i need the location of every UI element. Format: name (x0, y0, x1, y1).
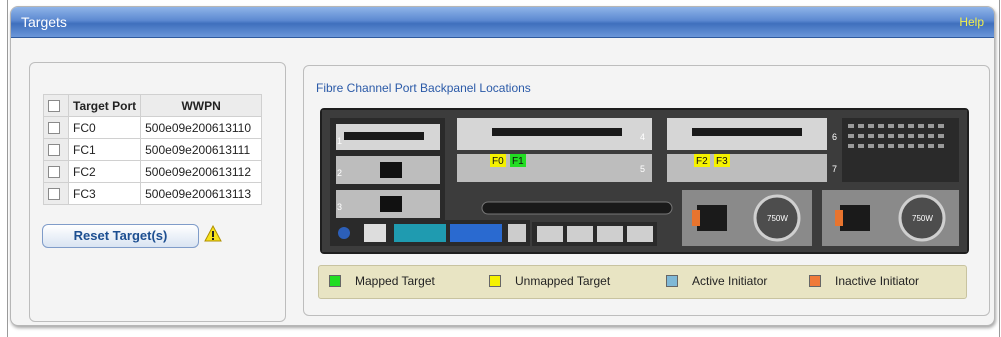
port-legend: Mapped Target Unmapped Target Active Ini… (318, 265, 967, 299)
wwpn-cell: 500e09e200613112 (140, 160, 263, 183)
vga-port-icon (450, 224, 502, 242)
wwpn-cell: 500e09e200613110 (140, 116, 263, 139)
window-border-right (999, 0, 1000, 337)
legend-swatch (489, 275, 501, 287)
table-row[interactable]: FC0 500e09e200613110 (43, 116, 263, 139)
network-port-icon (537, 226, 563, 242)
table-row[interactable]: FC1 500e09e200613111 (43, 138, 263, 161)
panel-title: Targets (21, 14, 67, 30)
legend-item-mapped-target: Mapped Target (329, 274, 435, 288)
pcie-slot-5 (457, 154, 652, 182)
target-port-cell: FC3 (67, 182, 142, 205)
backpanel-title: Fibre Channel Port Backpanel Locations (316, 81, 531, 95)
legend-item-unmapped-target: Unmapped Target (489, 274, 610, 288)
backpanel-box: Fibre Channel Port Backpanel Locations 1… (303, 65, 990, 316)
table-header-row: Target Port WWPN (43, 94, 263, 117)
slot-number: 6 (832, 132, 837, 142)
targets-table: Target Port WWPN FC0 500e09e200613110 FC… (43, 94, 263, 205)
table-row[interactable]: FC3 500e09e200613113 (43, 182, 263, 205)
pcie-slot-3 (336, 190, 440, 218)
legend-label: Mapped Target (355, 274, 435, 288)
network-port-icon (627, 226, 653, 242)
legend-swatch (329, 275, 341, 287)
row-checkbox-cell (43, 116, 69, 139)
pcie-slot-7 (667, 154, 827, 182)
column-header-wwpn: WWPN (140, 94, 263, 117)
slot-number: 2 (337, 168, 342, 178)
slot-number: 4 (640, 132, 645, 142)
target-port-cell: FC0 (67, 116, 142, 139)
fc-port-tag-label: F0 (492, 156, 504, 167)
row-checkbox-cell (43, 160, 69, 183)
fc-port-tag-f2[interactable]: F2 (694, 154, 710, 167)
target-port-cell: FC2 (67, 160, 142, 183)
row-checkbox[interactable] (48, 188, 60, 201)
pcie-slot-4 (457, 118, 652, 150)
panel-header: Targets Help (11, 7, 994, 38)
row-checkbox[interactable] (48, 122, 60, 135)
wwpn-cell: 500e09e200613111 (140, 138, 263, 161)
network-port-icon (597, 226, 623, 242)
serial-port-icon (394, 224, 446, 242)
slot-number: 1 (337, 136, 342, 146)
pcie-slot-6 (667, 118, 827, 150)
row-checkbox-cell (43, 182, 69, 205)
row-checkbox[interactable] (48, 166, 60, 179)
column-header-target-port: Target Port (67, 94, 142, 117)
fc-port-tag-f1[interactable]: F1 (510, 154, 526, 167)
row-checkbox[interactable] (48, 144, 60, 157)
legend-item-inactive-initiator: Inactive Initiator (809, 274, 919, 288)
system-id-button-icon (338, 227, 350, 239)
chassis-handle (481, 201, 673, 215)
server-backpanel-image: 1 2 3 4 5 6 7 750W 750W F0 F1 F2 F3 (320, 108, 969, 254)
window-border-left (7, 0, 8, 337)
server-chassis-graphic: 1 2 3 4 5 6 7 750W 750W F0 F1 F2 F3 (322, 110, 967, 252)
usb-port-icon (508, 224, 526, 242)
select-all-checkbox[interactable] (48, 100, 60, 113)
pcie-slot-1 (336, 124, 440, 150)
wwpn-cell: 500e09e200613113 (140, 182, 263, 205)
pcie-slot-2 (336, 156, 440, 184)
legend-label: Inactive Initiator (835, 274, 920, 288)
fc-port-tag-label: F2 (696, 156, 708, 167)
psu-wattage-label: 750W (912, 214, 933, 223)
power-supply-1: 750W (682, 190, 812, 246)
target-port-cell: FC1 (67, 138, 142, 161)
fc-port-tag-f0[interactable]: F0 (490, 154, 506, 167)
row-checkbox-cell (43, 138, 69, 161)
table-row[interactable]: FC2 500e09e200613112 (43, 160, 263, 183)
fc-port-tag-label: F3 (716, 156, 728, 167)
select-all-cell (43, 94, 69, 117)
legend-swatch (809, 275, 821, 287)
network-port-icon (567, 226, 593, 242)
fc-port-tag-f3[interactable]: F3 (714, 154, 730, 167)
help-link[interactable]: Help (959, 7, 984, 37)
idrac-port-icon (364, 224, 386, 242)
fc-port-tag-label: F1 (512, 156, 524, 167)
slot-number: 7 (832, 164, 837, 174)
targets-panel: Targets Help Target Port WWPN FC0 500e09… (10, 6, 995, 326)
legend-label: Unmapped Target (515, 274, 611, 288)
reset-targets-button[interactable]: Reset Target(s) (42, 224, 199, 248)
target-ports-box: Target Port WWPN FC0 500e09e200613110 FC… (29, 62, 286, 322)
legend-label: Active Initiator (692, 274, 768, 288)
slot-number: 5 (640, 164, 645, 174)
slot-number: 3 (337, 202, 342, 212)
power-supply-2: 750W (822, 190, 959, 246)
legend-swatch (666, 275, 678, 287)
legend-item-active-initiator: Active Initiator (666, 274, 767, 288)
psu-wattage-label: 750W (767, 214, 788, 223)
warning-icon (204, 225, 222, 242)
